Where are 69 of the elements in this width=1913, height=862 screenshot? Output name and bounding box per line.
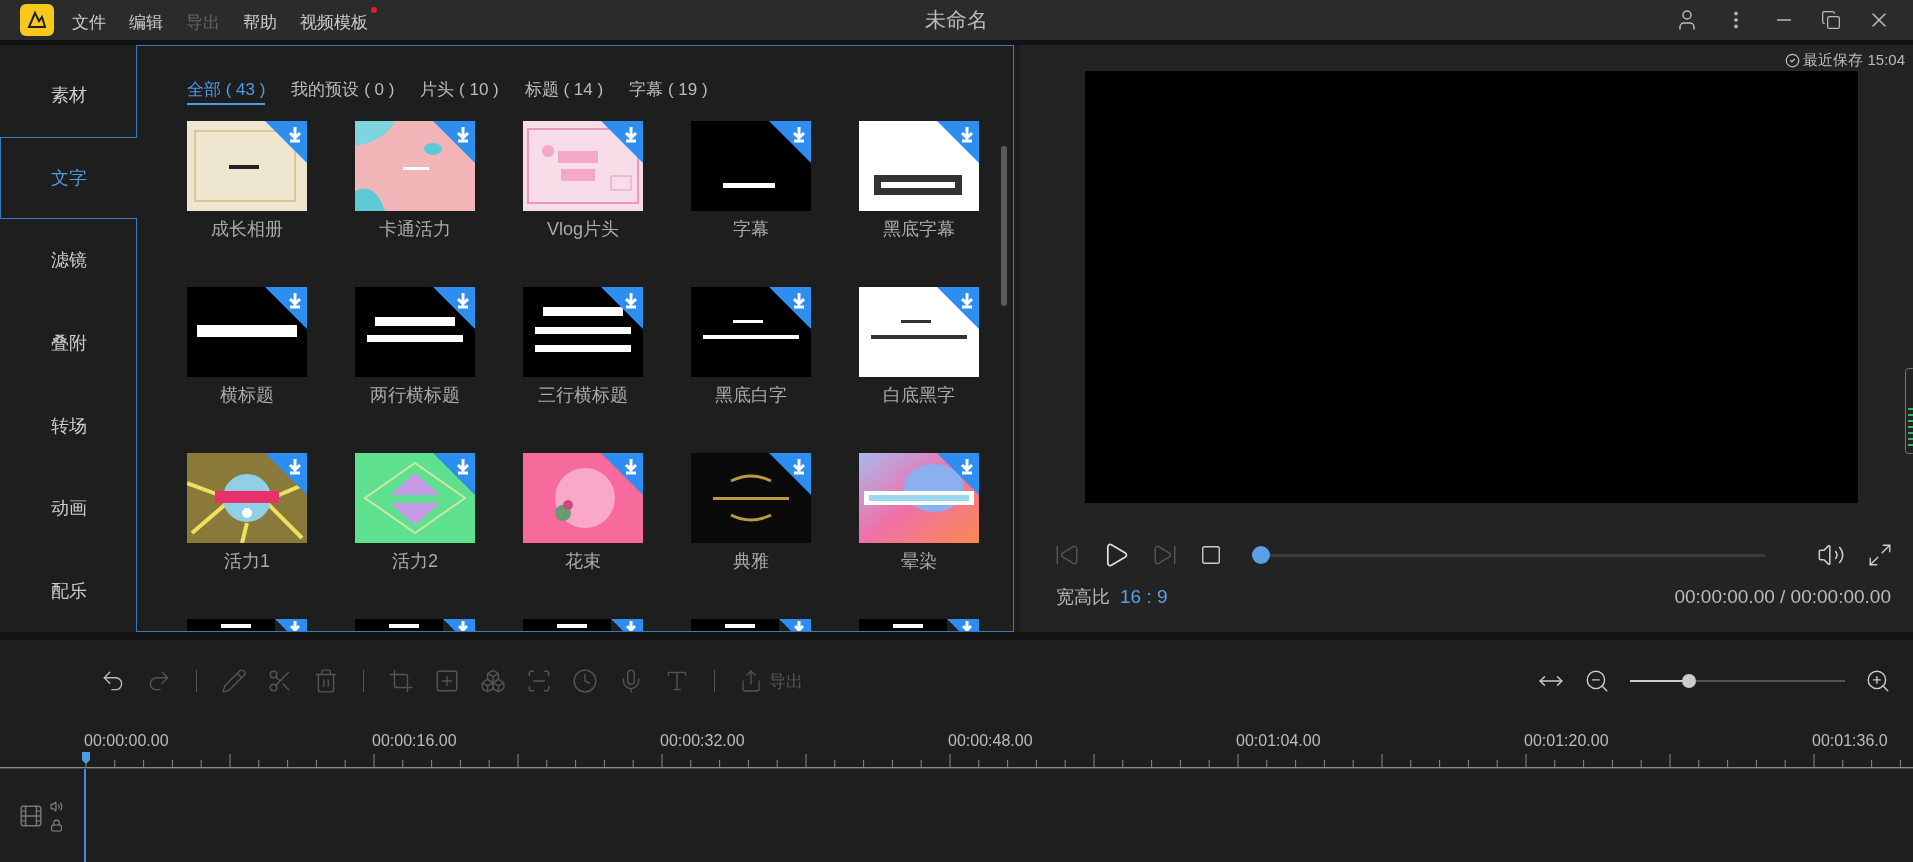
zoom-out-icon[interactable] bbox=[1584, 668, 1610, 694]
share-icon bbox=[739, 669, 763, 693]
download-icon[interactable] bbox=[433, 287, 475, 329]
download-icon[interactable] bbox=[611, 619, 643, 631]
download-icon[interactable] bbox=[265, 287, 307, 329]
template-name: 两行横标题 bbox=[370, 384, 460, 407]
menu-item[interactable]: 文件 bbox=[72, 6, 115, 34]
sidebar-item[interactable]: 转场 bbox=[0, 384, 136, 467]
sidebar-item[interactable]: 动画 bbox=[0, 466, 136, 550]
audio-meter-icon bbox=[1905, 368, 1913, 454]
download-icon[interactable] bbox=[769, 287, 811, 329]
fullscreen-icon[interactable] bbox=[1867, 542, 1893, 568]
speaker-icon[interactable] bbox=[50, 799, 63, 813]
restore-icon[interactable] bbox=[1821, 10, 1841, 30]
ruler-time-label: 00:00:00.00 bbox=[84, 732, 170, 750]
sidebar-item[interactable]: 文字 bbox=[0, 136, 137, 220]
template-name: 三行横标题 bbox=[538, 384, 628, 407]
template-name: 典雅 bbox=[733, 550, 769, 573]
timeline-ruler[interactable] bbox=[0, 750, 1913, 768]
menu-item[interactable]: 视频模板 bbox=[300, 6, 377, 34]
template-name: Vlog片头 bbox=[547, 218, 619, 241]
download-icon[interactable] bbox=[769, 453, 811, 495]
template-name: 白底黑字 bbox=[883, 384, 955, 407]
ruler-time-label: 00:01:20.00 bbox=[1524, 732, 1610, 750]
download-icon[interactable] bbox=[947, 619, 979, 631]
category-tab[interactable]: 全部 ( 43 ) bbox=[187, 78, 266, 105]
progress-thumb[interactable] bbox=[1252, 546, 1270, 564]
save-status: 最近保存 15:04 bbox=[1803, 50, 1905, 70]
template-name: 黑底字幕 bbox=[883, 218, 955, 241]
aspect-ratio-value[interactable]: 16 : 9 bbox=[1120, 586, 1168, 608]
notification-dot bbox=[371, 6, 377, 13]
template-name: 成长相册 bbox=[211, 218, 283, 241]
template-name: 字幕 bbox=[733, 218, 769, 241]
zoom-slider-thumb[interactable] bbox=[1682, 674, 1697, 688]
download-icon[interactable] bbox=[601, 287, 643, 329]
ruler-time-label: 00:00:32.00 bbox=[660, 732, 746, 750]
playback-time: 00:00:00.00 / 00:00:00.00 bbox=[1674, 586, 1891, 608]
sidebar-item[interactable]: 叠附 bbox=[0, 301, 136, 385]
ruler-time-label: 00:01:36.0 bbox=[1812, 732, 1889, 750]
check-circle-icon bbox=[1785, 52, 1801, 68]
sidebar-item[interactable]: 素材 bbox=[0, 54, 136, 137]
template-name: 黑底白字 bbox=[715, 384, 787, 407]
template-name: 活力2 bbox=[392, 550, 438, 573]
category-tab[interactable]: 字幕 ( 19 ) bbox=[629, 78, 708, 105]
zoom-in-icon[interactable] bbox=[1865, 668, 1891, 694]
aspect-ratio-label: 宽高比 bbox=[1056, 586, 1110, 609]
category-tab[interactable]: 片头 ( 10 ) bbox=[420, 78, 499, 105]
download-icon[interactable] bbox=[769, 121, 811, 163]
template-name: 横标题 bbox=[220, 384, 274, 407]
template-name: 活力1 bbox=[224, 550, 270, 573]
window-title: 未命名 bbox=[925, 7, 988, 33]
category-tab[interactable]: 我的预设 ( 0 ) bbox=[291, 78, 395, 105]
download-icon[interactable] bbox=[779, 619, 811, 631]
ruler-time-label: 00:00:48.00 bbox=[948, 732, 1034, 750]
sidebar-item[interactable]: 配乐 bbox=[0, 549, 136, 633]
download-icon[interactable] bbox=[275, 619, 307, 631]
ruler-time-label: 00:01:04.00 bbox=[1236, 732, 1322, 750]
stop-icon[interactable] bbox=[1200, 544, 1222, 566]
menu-item[interactable]: 帮助 bbox=[243, 6, 286, 34]
category-tab[interactable]: 标题 ( 14 ) bbox=[524, 78, 604, 105]
template-name: 花束 bbox=[565, 550, 601, 573]
app-logo bbox=[20, 4, 54, 36]
menu-item[interactable]: 编辑 bbox=[129, 6, 172, 34]
download-icon[interactable] bbox=[443, 619, 475, 631]
lock-icon[interactable] bbox=[50, 818, 63, 832]
template-name: 晕染 bbox=[901, 550, 937, 573]
ruler-time-label: 00:00:16.00 bbox=[372, 732, 458, 750]
template-name: 卡通活力 bbox=[379, 218, 451, 241]
sidebar-item[interactable]: 滤镜 bbox=[0, 219, 136, 302]
